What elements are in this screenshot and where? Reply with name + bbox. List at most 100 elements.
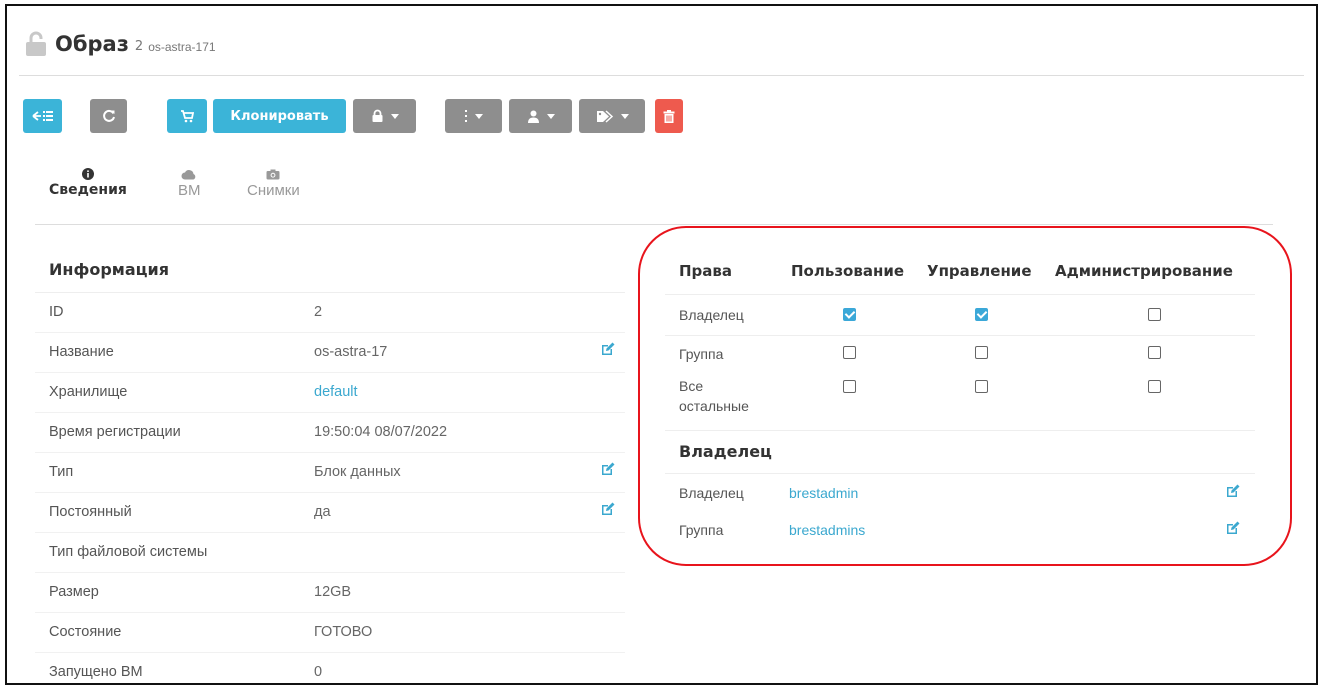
page-header: Образ 2 os-astra-171 <box>25 24 216 64</box>
tab-bar: Сведения ВМ Снимки <box>35 162 1273 225</box>
owner-label: Владелец <box>679 485 744 501</box>
back-list-icon <box>31 111 53 121</box>
tab-info[interactable]: Сведения <box>49 162 127 198</box>
manage-header: Управление <box>927 262 1032 280</box>
tags-icon <box>596 109 613 123</box>
info-title: Информация <box>35 248 625 293</box>
tags-dropdown-button[interactable] <box>579 99 645 133</box>
ownership-title: Владелец <box>679 442 772 461</box>
info-label: ID <box>49 304 64 320</box>
admin-header: Администрирование <box>1055 262 1233 280</box>
camera-icon <box>266 169 280 180</box>
tab-vms-label: ВМ <box>178 182 201 199</box>
owner-use-checkbox[interactable] <box>843 308 856 321</box>
group-admin-checkbox[interactable] <box>1148 346 1161 359</box>
chevron-down-icon <box>475 113 483 119</box>
ownership-title-row: Владелец <box>665 431 1255 474</box>
header-divider <box>19 75 1304 76</box>
permissions-row-owner: Владелец <box>665 295 1255 336</box>
cart-icon <box>181 110 194 123</box>
edit-icon[interactable] <box>601 502 615 516</box>
info-value: 12GB <box>314 584 352 600</box>
group-label: Группа <box>679 522 724 538</box>
cloud-icon <box>181 170 196 180</box>
others-use-checkbox[interactable] <box>843 380 856 393</box>
permissions-row-label-line2: остальные <box>679 398 749 414</box>
permissions-table: Права Пользование Управление Администрир… <box>665 250 1255 554</box>
info-label: Состояние <box>49 624 122 640</box>
table-row: Состояние ГОТОВО <box>35 613 625 653</box>
info-label: Время регистрации <box>49 424 181 440</box>
unlock-icon <box>26 31 46 56</box>
clone-button[interactable]: Клонировать <box>213 99 346 133</box>
datastore-link[interactable]: default <box>314 384 358 400</box>
info-label: Название <box>49 344 114 360</box>
table-row: Хранилище default <box>35 373 625 413</box>
owner-row: Владелец brestadmin <box>665 474 1255 514</box>
tab-info-label: Сведения <box>49 182 127 198</box>
table-row: ID 2 <box>35 293 625 333</box>
info-value: 19:50:04 08/07/2022 <box>314 424 448 440</box>
tab-snapshots[interactable]: Снимки <box>247 162 300 199</box>
rights-header: Права <box>679 262 733 280</box>
group-row: Группа brestadmins <box>665 514 1255 554</box>
others-admin-checkbox[interactable] <box>1148 380 1161 393</box>
image-name: os-astra-171 <box>148 39 216 54</box>
user-dropdown-button[interactable] <box>509 99 572 133</box>
chevron-down-icon <box>390 113 399 119</box>
info-icon <box>81 168 94 180</box>
edit-icon[interactable] <box>1226 521 1240 535</box>
use-header: Пользование <box>791 262 905 280</box>
trash-icon <box>663 109 675 123</box>
info-value: 0 <box>314 664 323 680</box>
permissions-row-label: Владелец <box>679 307 744 323</box>
cart-button[interactable] <box>167 99 207 133</box>
refresh-icon <box>102 109 115 122</box>
image-id: 2 <box>134 39 144 54</box>
group-manage-checkbox[interactable] <box>975 346 988 359</box>
chevron-down-icon <box>546 113 555 119</box>
permissions-row-group: Группа <box>665 336 1255 374</box>
tab-vms[interactable]: ВМ <box>178 162 201 199</box>
info-table: Информация ID 2 Название os-astra-17 Хра… <box>35 248 625 683</box>
table-row: Размер 12GB <box>35 573 625 613</box>
user-icon <box>527 110 539 123</box>
table-row: Тип Блок данных <box>35 453 625 493</box>
info-label: Запущено ВМ <box>49 664 143 680</box>
vertical-dots-icon <box>465 110 467 122</box>
page-title: Образ <box>55 32 129 56</box>
info-value: os-astra-17 <box>314 344 388 360</box>
edit-icon[interactable] <box>1226 484 1240 498</box>
refresh-button[interactable] <box>90 99 127 133</box>
permissions-row-label: Группа <box>679 346 724 362</box>
info-value: ГОТОВО <box>314 624 373 640</box>
chevron-down-icon <box>620 113 629 119</box>
group-link[interactable]: brestadmins <box>789 522 865 538</box>
lock-dropdown-button[interactable] <box>353 99 416 133</box>
info-label: Хранилище <box>49 384 128 400</box>
edit-icon[interactable] <box>601 342 615 356</box>
info-value: да <box>314 504 331 520</box>
more-actions-button[interactable] <box>445 99 502 133</box>
group-use-checkbox[interactable] <box>843 346 856 359</box>
table-row: Тип файловой системы <box>35 533 625 573</box>
others-manage-checkbox[interactable] <box>975 380 988 393</box>
permissions-row-label-line1: Все <box>679 378 704 394</box>
app-window: Образ 2 os-astra-171 Клонировать Сведени… <box>5 4 1318 685</box>
info-label: Тип <box>49 464 74 480</box>
table-row: Время регистрации 19:50:04 08/07/2022 <box>35 413 625 453</box>
table-row: Запущено ВМ 0 <box>35 653 625 683</box>
info-label: Размер <box>49 584 99 600</box>
table-row: Название os-astra-17 <box>35 333 625 373</box>
owner-link[interactable]: brestadmin <box>789 485 858 501</box>
back-to-list-button[interactable] <box>23 99 62 133</box>
permissions-header-row: Права Пользование Управление Администрир… <box>665 250 1255 295</box>
info-label: Постоянный <box>49 504 132 520</box>
owner-admin-checkbox[interactable] <box>1148 308 1161 321</box>
edit-icon[interactable] <box>601 462 615 476</box>
info-label: Тип файловой системы <box>49 544 208 560</box>
delete-button[interactable] <box>655 99 683 133</box>
owner-manage-checkbox[interactable] <box>975 308 988 321</box>
permissions-row-others: Все остальные <box>665 374 1255 431</box>
table-row: Постоянный да <box>35 493 625 533</box>
